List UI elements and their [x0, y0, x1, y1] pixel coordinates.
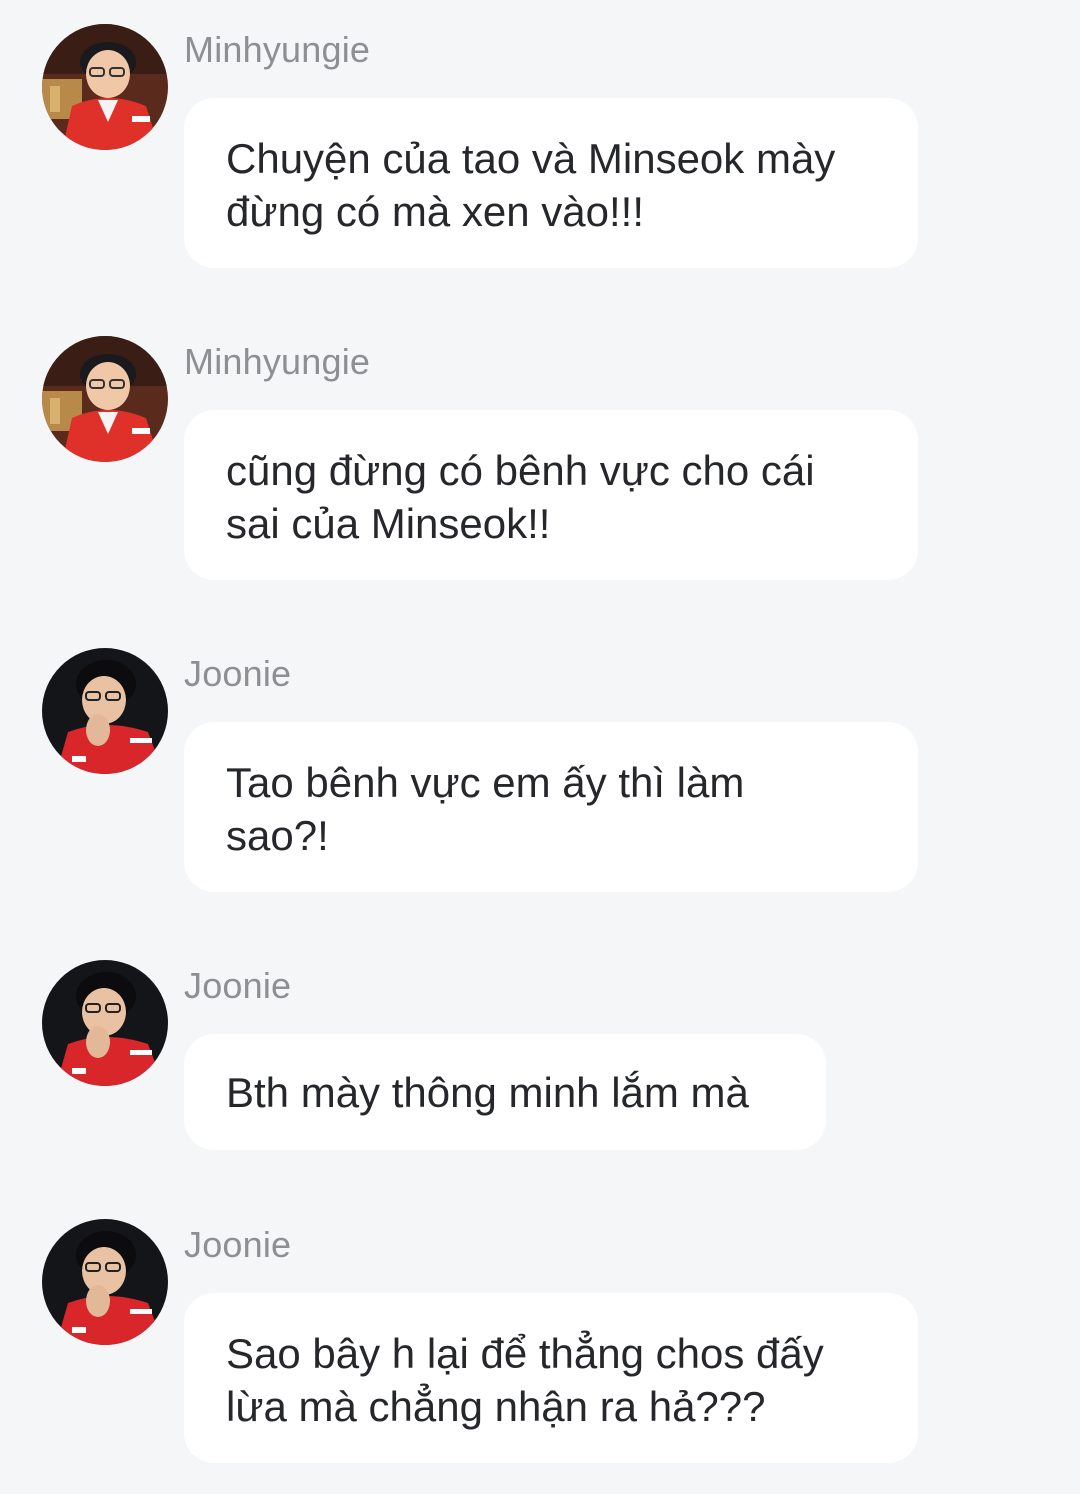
sender-name: Joonie [184, 653, 292, 694]
minhyungie-avatar[interactable] [42, 336, 168, 462]
sender-name: Joonie [184, 1224, 292, 1265]
sender-name: Joonie [184, 965, 292, 1006]
message-text: Sao bây h lại để thẳng chos đấy [226, 1330, 824, 1377]
message-text: Tao bênh vực em ấy thì làm [226, 759, 745, 806]
sender-name: Minhyungie [184, 341, 371, 382]
message-bubble[interactable]: Sao bây h lại để thẳng chos đấy lừa mà c… [184, 1293, 918, 1463]
message-text: sao?! [226, 812, 329, 859]
message-text: đừng có mà xen vào!!! [226, 188, 645, 235]
message-text: Chuyện của tao và Minseok mày [226, 135, 836, 182]
message-text: Bth mày thông minh lắm mà [226, 1069, 749, 1116]
message-text: cũng đừng có bênh vực cho cái [226, 447, 815, 494]
message-bubble[interactable]: cũng đừng có bênh vực cho cái sai của Mi… [184, 410, 918, 580]
joonie-avatar[interactable] [42, 960, 168, 1086]
message-bubble[interactable]: Bth mày thông minh lắm mà [184, 1034, 826, 1150]
message-bubble[interactable]: Chuyện của tao và Minseok mày đừng có mà… [184, 98, 918, 268]
message-text: lừa mà chẳng nhận ra hả??? [226, 1383, 766, 1430]
joonie-avatar[interactable] [42, 648, 168, 774]
minhyungie-avatar[interactable] [42, 24, 168, 150]
message-text: sai của Minseok!! [226, 500, 551, 547]
sender-name: Minhyungie [184, 29, 371, 70]
joonie-avatar[interactable] [42, 1219, 168, 1345]
message-bubble[interactable]: Tao bênh vực em ấy thì làm sao?! [184, 722, 918, 892]
